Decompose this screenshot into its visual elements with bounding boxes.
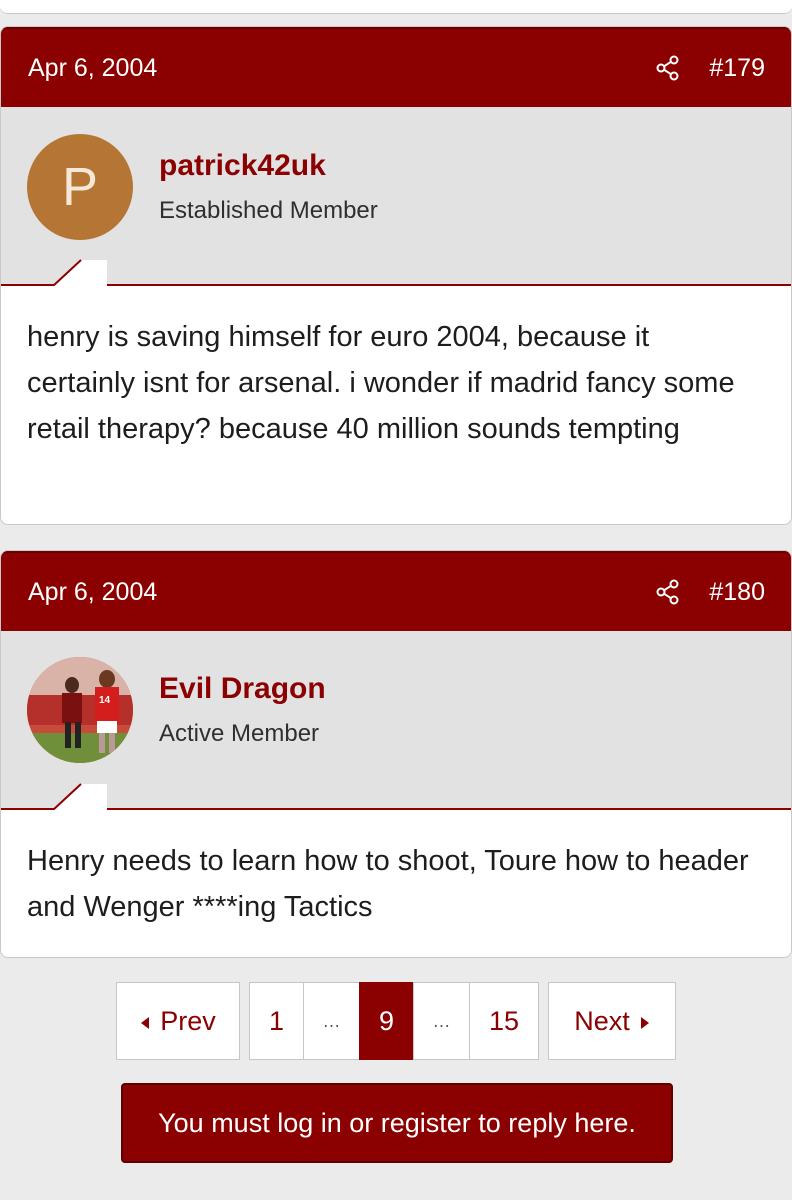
post-header: Apr 6, 2004 #180: [1, 551, 791, 631]
post-message: Henry needs to learn how to shoot, Toure…: [27, 845, 749, 923]
avatar-photo: 14: [27, 656, 133, 763]
post-message: henry is saving himself for euro 2004, b…: [27, 321, 735, 445]
username-link[interactable]: Evil Dragon: [159, 672, 326, 706]
next-page-button[interactable]: Next: [548, 982, 676, 1060]
post-header: Apr 6, 2004 #179: [1, 27, 791, 107]
post-number-link[interactable]: #180: [709, 578, 765, 607]
avatar[interactable]: P: [27, 133, 133, 240]
svg-text:14: 14: [99, 695, 111, 706]
post-date[interactable]: Apr 6, 2004: [28, 54, 157, 83]
avatar-letter: P: [61, 156, 99, 217]
page-ellipsis[interactable]: …: [303, 982, 359, 1060]
message-arrow: [53, 783, 107, 810]
post-date[interactable]: Apr 6, 2004: [28, 578, 157, 607]
page-link-current[interactable]: 9: [359, 982, 413, 1060]
user-title: Established Member: [159, 196, 378, 224]
avatar[interactable]: 14: [27, 656, 133, 763]
chevron-right-icon: [640, 1006, 650, 1037]
post-180: Apr 6, 2004 #180 14 Evil Dragon Active M…: [0, 550, 792, 958]
post-meta: #179: [655, 54, 765, 83]
user-info: patrick42uk Established Member: [159, 149, 378, 225]
post-meta: #180: [655, 578, 765, 607]
previous-post-bottom: [0, 0, 792, 14]
post-number-link[interactable]: #179: [709, 54, 765, 83]
user-block: 14 Evil Dragon Active Member: [1, 631, 791, 810]
divider-line: [1, 284, 791, 286]
login-to-reply-button[interactable]: You must log in or register to reply her…: [121, 1083, 673, 1163]
pagination: Prev 1 … 9 … 15 Next: [116, 982, 676, 1060]
prev-label: Prev: [160, 1005, 216, 1036]
message-arrow: [53, 259, 107, 286]
user-block: P patrick42uk Established Member: [1, 107, 791, 286]
page-link-15[interactable]: 15: [469, 982, 539, 1060]
next-label: Next: [574, 1005, 630, 1036]
chevron-left-icon: [140, 1006, 150, 1037]
page-link-1[interactable]: 1: [249, 982, 303, 1060]
share-icon[interactable]: [655, 579, 681, 605]
divider-line: [1, 808, 791, 810]
page-numbers: 1 … 9 … 15: [249, 982, 539, 1060]
prev-page-button[interactable]: Prev: [116, 982, 240, 1060]
user-title: Active Member: [159, 719, 320, 747]
user-info: Evil Dragon Active Member: [159, 672, 326, 748]
username-link[interactable]: patrick42uk: [159, 149, 378, 183]
post-179: Apr 6, 2004 #179 P patrick42uk Establish…: [0, 26, 792, 525]
page-ellipsis[interactable]: …: [413, 982, 469, 1060]
share-icon[interactable]: [655, 55, 681, 81]
